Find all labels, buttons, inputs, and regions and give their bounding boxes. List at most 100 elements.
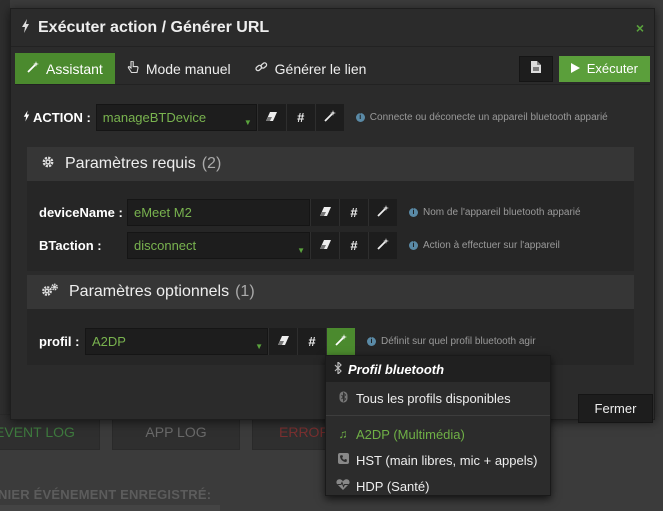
music-note-icon: ♫ (338, 427, 348, 441)
menu-item-hst[interactable]: HST (main libres, mic + appels) (326, 447, 550, 473)
profile-menu-title: Profil bluetooth (348, 361, 445, 377)
link-icon (255, 61, 268, 76)
close-button[interactable]: Fermer (578, 394, 653, 423)
menu-item-label: HST (main libres, mic + appels) (356, 452, 538, 468)
action-row: ACTION : manageBTDevice ▼ # i Connecte o… (23, 103, 608, 131)
play-icon (570, 61, 580, 76)
eraser-icon (319, 238, 332, 253)
action-hint: i Connecte ou déconecte un appareil blue… (355, 112, 608, 123)
optional-params-header: Paramètres optionnels (1) (27, 275, 634, 309)
tab-assistant-label: Assistant (46, 60, 103, 77)
profil-hint-text: Définit sur quel profil bluetooth agir (381, 336, 536, 347)
bluetooth-icon (334, 360, 342, 377)
tab-generate-link[interactable]: Générer le lien (243, 53, 379, 84)
menu-item-label: A2DP (Multimédia) (356, 426, 465, 442)
hash-icon: # (350, 238, 358, 253)
magic-wand-icon (324, 109, 336, 125)
devicename-input[interactable]: eMeet M2 (127, 199, 310, 226)
optional-params-panel: Paramètres optionnels (1) profil : A2DP … (27, 275, 634, 365)
hand-pointer-icon (127, 60, 139, 77)
profile-menu-header: Profil bluetooth (326, 356, 550, 382)
required-params-title: Paramètres requis (65, 155, 196, 172)
magic-wand-icon (377, 238, 389, 253)
devicename-value: eMeet M2 (134, 205, 192, 220)
bolt-icon (21, 19, 30, 36)
info-icon: i (409, 241, 418, 250)
action-select[interactable]: manageBTDevice ▼ (95, 103, 257, 131)
action-label: ACTION : (33, 109, 91, 125)
assistant-button-active[interactable] (326, 328, 355, 355)
required-params-header: Paramètres requis (2) (27, 147, 634, 181)
btaction-hint: i Action à effectuer sur l'appareil (409, 240, 560, 251)
info-icon: i (367, 337, 376, 346)
param-row-btaction: BTaction : disconnect ▼ # i Action à eff… (39, 232, 560, 259)
documentation-button[interactable] (518, 55, 553, 82)
tab-actions: Exécuter (518, 53, 650, 84)
hash-icon: # (308, 334, 316, 349)
devicename-hint-text: Nom de l'appareil bluetooth apparié (423, 207, 581, 218)
gear-icon (41, 155, 55, 173)
tab-manual-mode[interactable]: Mode manuel (115, 53, 243, 84)
background-sidebar (0, 0, 10, 420)
profil-value: A2DP (92, 334, 126, 349)
gears-icon (41, 283, 59, 302)
bluetooth-icon (334, 391, 352, 406)
param-label: deviceName : (39, 205, 123, 220)
bg-caption: NIER ÉVÉNEMENT ENREGISTRÉ: (0, 487, 212, 502)
variable-button[interactable]: # (297, 328, 326, 355)
clear-button[interactable] (256, 103, 286, 131)
document-icon (530, 61, 541, 76)
magic-wand-icon (377, 205, 389, 220)
optional-params-count: (1) (235, 283, 255, 300)
required-params-panel: Paramètres requis (2) deviceName : eMeet… (27, 147, 634, 271)
caret-down-icon: ▼ (297, 246, 305, 255)
variable-button[interactable]: # (339, 232, 368, 259)
bg-bottom-bar (0, 505, 220, 511)
assistant-button[interactable] (368, 199, 397, 226)
menu-item-a2dp[interactable]: ♫ A2DP (Multimédia) (326, 421, 550, 447)
magic-wand-icon (335, 334, 347, 349)
optional-params-title: Paramètres optionnels (69, 283, 230, 300)
eraser-icon (265, 110, 278, 125)
btaction-value: disconnect (134, 238, 197, 253)
magic-wand-icon (27, 61, 39, 76)
param-row-devicename: deviceName : eMeet M2 # i Nom de l'appar… (39, 199, 581, 226)
tab-assistant[interactable]: Assistant (15, 53, 115, 84)
info-icon: i (409, 208, 418, 217)
close-icon[interactable]: × (636, 20, 644, 36)
clear-button[interactable] (268, 328, 297, 355)
menu-item-label: Tous les profils disponibles (356, 390, 511, 406)
tab-manual-mode-label: Mode manuel (145, 60, 231, 77)
phone-icon (334, 453, 352, 467)
caret-down-icon: ▼ (255, 342, 263, 351)
clear-button[interactable] (310, 199, 339, 226)
eraser-icon (277, 334, 290, 349)
menu-item-hdp[interactable]: HDP (Santé) (326, 473, 550, 499)
eraser-icon (319, 205, 332, 220)
param-label: BTaction : (39, 238, 102, 253)
profil-hint: i Définit sur quel profil bluetooth agir (367, 336, 536, 347)
menu-item-all-profiles[interactable]: Tous les profils disponibles (326, 385, 550, 411)
assistant-button[interactable] (368, 232, 397, 259)
menu-divider (326, 415, 550, 416)
hash-icon: # (297, 109, 305, 125)
action-select-value: manageBTDevice (102, 109, 207, 125)
modal-header: Exécuter action / Générer URL × (11, 9, 654, 47)
modal-title: Exécuter action / Générer URL (38, 18, 270, 36)
param-row-profil: profil : A2DP ▼ # i Définit sur quel pro… (39, 328, 536, 355)
assistant-button[interactable] (314, 103, 344, 131)
variable-button[interactable]: # (339, 199, 368, 226)
btaction-select[interactable]: disconnect ▼ (127, 232, 310, 259)
profil-select[interactable]: A2DP ▼ (85, 328, 268, 355)
hash-icon: # (350, 205, 358, 220)
profile-dropdown-menu: Profil bluetooth Tous les profils dispon… (325, 355, 551, 496)
execute-button[interactable]: Exécuter (558, 55, 650, 82)
menu-item-label: HDP (Santé) (356, 478, 430, 494)
info-icon: i (355, 112, 365, 122)
heartbeat-icon (334, 479, 352, 493)
clear-button[interactable] (310, 232, 339, 259)
devicename-hint: i Nom de l'appareil bluetooth apparié (409, 207, 581, 218)
execute-button-label: Exécuter (586, 61, 638, 76)
variable-button[interactable]: # (285, 103, 315, 131)
required-params-count: (2) (201, 155, 222, 172)
